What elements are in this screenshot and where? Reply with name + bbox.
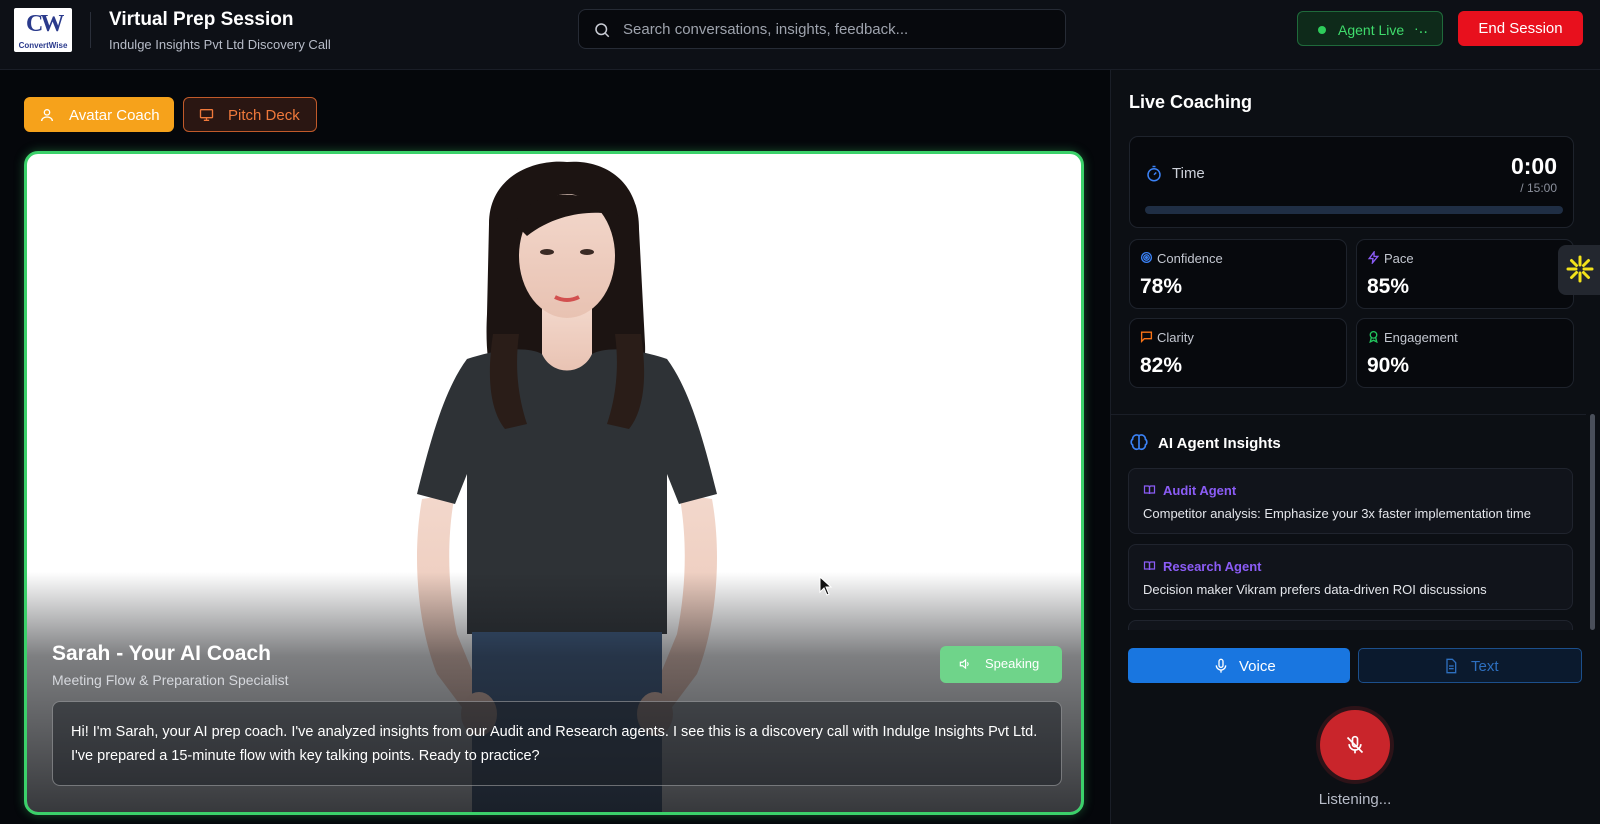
metric-label: Pace bbox=[1384, 251, 1414, 266]
insight-message: Competitor analysis: Emphasize your 3x f… bbox=[1143, 506, 1531, 521]
agent-live-status[interactable]: Agent Live ·‥ bbox=[1297, 11, 1443, 46]
lightning-icon bbox=[1367, 251, 1380, 264]
live-coaching-title: Live Coaching bbox=[1129, 92, 1253, 112]
metric-value: 82% bbox=[1140, 354, 1183, 377]
header-divider bbox=[90, 12, 91, 48]
speaking-label: Speaking bbox=[985, 656, 1040, 671]
insight-agent: Research Agent bbox=[1163, 559, 1262, 574]
timer-icon bbox=[1147, 165, 1161, 182]
mic-toggle-button[interactable] bbox=[1320, 710, 1390, 780]
text-mode-button[interactable]: Text bbox=[1358, 648, 1582, 683]
avatar-video: Sarah - Your AI Coach Meeting Flow & Pre… bbox=[24, 151, 1084, 815]
metric-label: Clarity bbox=[1157, 330, 1194, 345]
assistant-widget[interactable] bbox=[1558, 245, 1600, 295]
coach-name: Sarah - Your AI Coach bbox=[52, 642, 271, 665]
speaking-badge: Speaking bbox=[940, 646, 1062, 683]
insights-title: AI Agent Insights bbox=[1158, 435, 1281, 452]
avatar-coach-label: Avatar Coach bbox=[69, 107, 160, 124]
metric-label: Engagement bbox=[1384, 330, 1458, 345]
mouse-cursor-icon bbox=[819, 576, 833, 596]
agent-live-dots: ·‥ bbox=[1414, 20, 1429, 36]
metric-pace: Pace 85% bbox=[1356, 239, 1574, 309]
book-icon bbox=[1143, 485, 1156, 495]
top-bar: CW ConvertWise Virtual Prep Session Indu… bbox=[0, 0, 1600, 70]
time-max: / 15:00 bbox=[1520, 181, 1557, 195]
pitch-deck-button[interactable]: Pitch Deck bbox=[183, 97, 317, 132]
search-bar bbox=[578, 9, 1066, 49]
voice-label: Voice bbox=[1239, 658, 1276, 675]
live-dot-icon bbox=[1318, 26, 1326, 34]
end-session-button[interactable]: End Session bbox=[1458, 11, 1583, 46]
sparkle-icon bbox=[1566, 255, 1594, 283]
convertwise-logo[interactable]: CW ConvertWise bbox=[14, 8, 72, 52]
user-icon bbox=[41, 109, 53, 122]
metric-confidence: Confidence 78% bbox=[1129, 239, 1347, 309]
insight-card[interactable] bbox=[1128, 620, 1573, 630]
time-value: 0:00 bbox=[1510, 153, 1557, 179]
search-icon bbox=[595, 23, 610, 38]
time-card: Time 0:00 / 15:00 bbox=[1129, 136, 1574, 228]
metric-value: 78% bbox=[1140, 275, 1183, 298]
metric-engagement: Engagement 90% bbox=[1356, 318, 1574, 388]
mic-icon bbox=[1215, 658, 1227, 673]
agent-live-label: Agent Live bbox=[1338, 22, 1405, 38]
time-progress-bar bbox=[1145, 206, 1563, 214]
insight-card[interactable]: Research Agent Decision maker Vikram pre… bbox=[1128, 544, 1573, 610]
presentation-icon bbox=[199, 109, 214, 121]
time-label: Time bbox=[1172, 165, 1205, 182]
insight-message: Decision maker Vikram prefers data-drive… bbox=[1143, 582, 1487, 597]
voice-mode-button[interactable]: Voice bbox=[1128, 648, 1350, 683]
listening-status: Listening... bbox=[1318, 791, 1392, 808]
book-icon bbox=[1143, 561, 1156, 571]
pitch-deck-label: Pitch Deck bbox=[228, 107, 300, 124]
logo-word: ConvertWise bbox=[18, 41, 68, 50]
insight-agent: Audit Agent bbox=[1163, 483, 1237, 498]
metric-value: 85% bbox=[1367, 275, 1410, 298]
scrollbar-thumb[interactable] bbox=[1590, 414, 1595, 630]
award-icon bbox=[1369, 330, 1378, 343]
ai-agent-insights: AI Agent Insights Audit Agent Competitor… bbox=[1110, 414, 1586, 630]
insight-card[interactable]: Audit Agent Competitor analysis: Emphasi… bbox=[1128, 468, 1573, 534]
target-icon bbox=[1140, 251, 1153, 264]
coach-role: Meeting Flow & Preparation Specialist bbox=[52, 672, 289, 688]
insights-scrollbar[interactable] bbox=[1590, 414, 1595, 630]
metric-clarity: Clarity 82% bbox=[1129, 318, 1347, 388]
coach-message: Hi! I'm Sarah, your AI prep coach. I've … bbox=[52, 701, 1062, 786]
page-subtitle: Indulge Insights Pvt Ltd Discovery Call bbox=[109, 37, 331, 52]
page-title: Virtual Prep Session bbox=[109, 9, 294, 30]
mic-off-icon bbox=[1346, 735, 1364, 754]
text-label: Text bbox=[1471, 658, 1499, 675]
message-square-icon bbox=[1140, 331, 1153, 343]
speaker-icon bbox=[959, 658, 969, 670]
avatar-coach-button[interactable]: Avatar Coach bbox=[24, 97, 174, 132]
metric-label: Confidence bbox=[1157, 251, 1223, 266]
search-input[interactable] bbox=[623, 10, 1053, 48]
metric-value: 90% bbox=[1367, 354, 1410, 377]
logo-mark: CW bbox=[26, 11, 64, 37]
document-icon bbox=[1446, 658, 1457, 674]
brain-icon bbox=[1130, 434, 1148, 451]
